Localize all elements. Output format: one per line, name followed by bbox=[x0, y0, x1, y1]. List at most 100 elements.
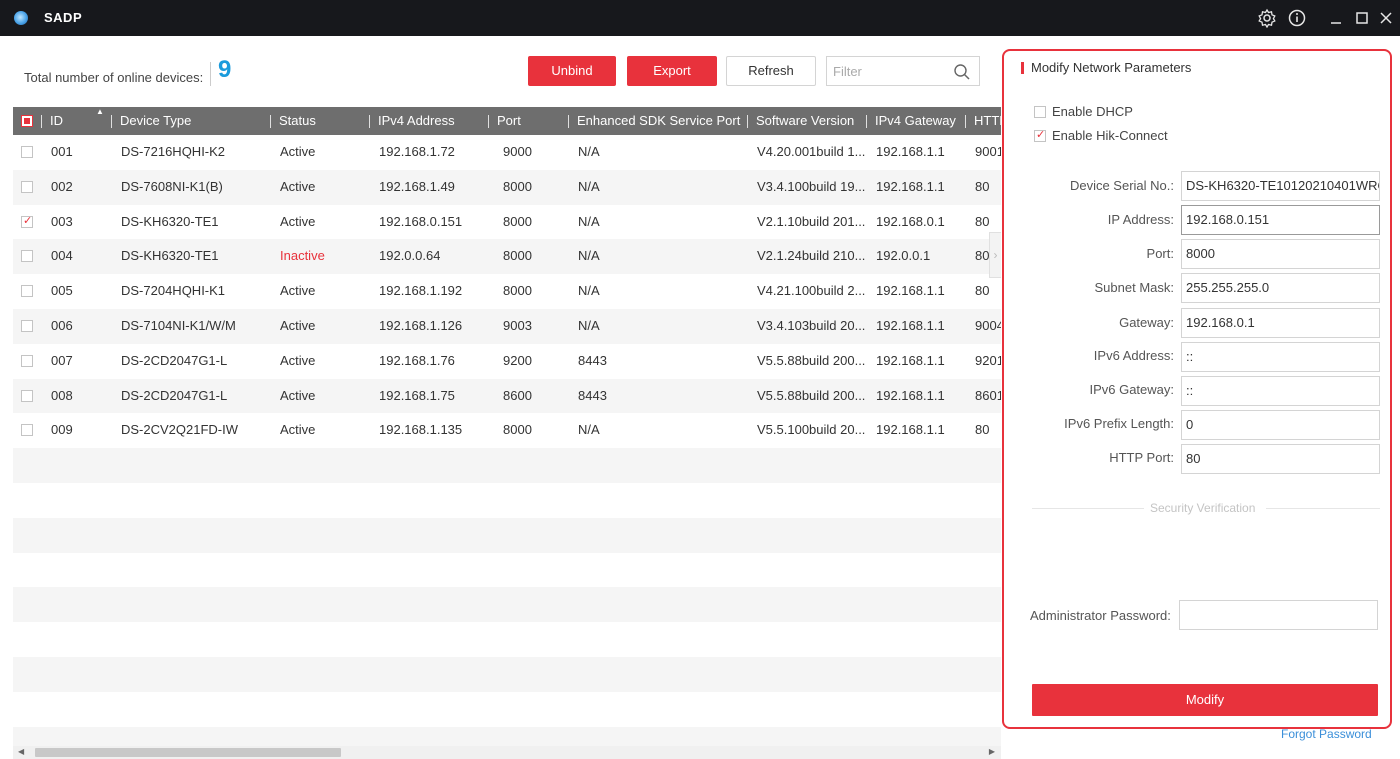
table-row[interactable]: 005 DS-7204HQHI-K1 Active 192.168.1.192 8000… bbox=[13, 274, 1001, 309]
cell-ipv4-address: 192.168.1.72 bbox=[379, 144, 455, 159]
ipv6-gateway-field[interactable]: :: bbox=[1181, 376, 1380, 406]
device-serial-label: Device Serial No.: bbox=[1069, 178, 1174, 193]
table-row[interactable]: 009 DS-2CV2Q21FD-IW Active 192.168.1.135 800… bbox=[13, 413, 1001, 448]
cell-ipv4-gateway: 192.168.1.1 bbox=[876, 422, 945, 438]
column-header-status[interactable]: Status bbox=[279, 107, 316, 135]
column-header-ipv4-address[interactable]: IPv4 Address bbox=[378, 107, 455, 135]
close-icon[interactable] bbox=[1376, 8, 1396, 28]
cell-sdk-port: N/A bbox=[578, 248, 600, 264]
cell-id: 005 bbox=[51, 283, 73, 299]
scroll-left-icon[interactable]: ◀ bbox=[18, 747, 24, 756]
row-checkbox[interactable] bbox=[21, 354, 33, 367]
panel-collapse-handle[interactable]: › bbox=[989, 232, 1001, 278]
cell-status: Active bbox=[280, 213, 316, 229]
cell-ipv4-gateway: 192.168.1.1 bbox=[876, 283, 945, 299]
cell-ipv4-gateway: 192.0.0.1 bbox=[876, 248, 931, 264]
ip-address-field[interactable]: 192.168.0.151 bbox=[1181, 205, 1380, 235]
table-row[interactable]: 004 DS-KH6320-TE1 Inactive 192.0.0.64 8000 N/… bbox=[13, 239, 1001, 275]
column-header-ipv4-gateway[interactable]: IPv4 Gateway bbox=[875, 107, 956, 135]
row-checkbox[interactable] bbox=[21, 146, 33, 158]
cell-ipv4-address: 192.168.1.76 bbox=[379, 352, 455, 368]
ip-address-label: IP Address: bbox=[1107, 212, 1174, 227]
cell-port: 8600 bbox=[503, 387, 532, 403]
modify-button[interactable]: Modify bbox=[1032, 684, 1378, 716]
minimize-icon[interactable] bbox=[1326, 8, 1346, 28]
column-header-port[interactable]: Port bbox=[497, 107, 521, 135]
port-field[interactable]: 8000 bbox=[1181, 239, 1380, 269]
scrollbar-thumb[interactable] bbox=[35, 748, 341, 757]
row-checkbox[interactable] bbox=[21, 424, 33, 437]
table-row[interactable]: 006 DS-7104NI-K1/W/M Active 192.168.1.126 90… bbox=[13, 309, 1001, 344]
cell-software-version: V3.4.100build 19... bbox=[757, 178, 866, 194]
filter-input[interactable] bbox=[833, 61, 943, 81]
security-verification-label: Security Verification bbox=[1150, 501, 1256, 515]
column-header-sdk-port[interactable]: Enhanced SDK Service Port bbox=[577, 107, 740, 135]
cell-http-port: 80 bbox=[975, 213, 990, 229]
search-icon[interactable] bbox=[953, 63, 971, 81]
table-row[interactable]: 001 DS-7216HQHI-K2 Active 192.168.1.72 9000 N… bbox=[13, 135, 1001, 170]
column-header-software-version[interactable]: Software Version bbox=[756, 107, 854, 135]
cell-status: Active bbox=[280, 422, 316, 438]
device-serial-field[interactable]: DS-KH6320-TE10120210401WRQ0 bbox=[1181, 171, 1380, 201]
cell-ipv4-address: 192.168.1.49 bbox=[379, 178, 455, 194]
empty-row bbox=[13, 622, 1001, 657]
unbind-button[interactable]: Unbind bbox=[528, 56, 616, 86]
cell-id: 002 bbox=[51, 178, 73, 194]
cell-software-version: V3.4.103build 20... bbox=[757, 318, 866, 333]
cell-id: 007 bbox=[51, 352, 73, 368]
cell-http-port: 80 bbox=[975, 248, 990, 264]
cell-ipv4-address: 192.168.0.151 bbox=[379, 213, 463, 229]
title-bar: SADP bbox=[0, 0, 1400, 36]
column-header-http[interactable]: HTTP bbox=[974, 107, 1001, 135]
info-icon[interactable] bbox=[1287, 8, 1307, 28]
export-button[interactable]: Export bbox=[627, 56, 717, 86]
http-port-label: HTTP Port: bbox=[1109, 450, 1174, 465]
http-port-field[interactable]: 80 bbox=[1181, 444, 1380, 474]
cell-device-type: DS-7608NI-K1(B) bbox=[121, 178, 223, 194]
cell-device-type: DS-2CD2047G1-L bbox=[121, 387, 228, 403]
table-row[interactable]: 008 DS-2CD2047G1-L Active 192.168.1.75 8600 8… bbox=[13, 378, 1001, 414]
cell-ipv4-address: 192.168.1.75 bbox=[379, 387, 455, 403]
cell-sdk-port: N/A bbox=[578, 144, 600, 159]
divider bbox=[1266, 508, 1380, 509]
enable-dhcp-label: Enable DHCP bbox=[1052, 104, 1133, 119]
row-checkbox[interactable] bbox=[21, 250, 33, 263]
cell-software-version: V2.1.24build 210... bbox=[757, 248, 866, 264]
scroll-right-icon[interactable]: ▶ bbox=[989, 747, 995, 756]
ipv6-prefix-length-field[interactable]: 0 bbox=[1181, 410, 1380, 440]
cell-ipv4-gateway: 192.168.1.1 bbox=[876, 387, 945, 403]
horizontal-scrollbar[interactable]: ◀ ▶ bbox=[13, 746, 1001, 759]
forgot-password-link[interactable]: Forgot Password bbox=[1281, 727, 1372, 741]
row-checkbox[interactable] bbox=[21, 389, 33, 402]
gear-icon[interactable] bbox=[1257, 8, 1277, 28]
row-checkbox[interactable] bbox=[21, 320, 33, 332]
row-checkbox[interactable] bbox=[21, 180, 33, 193]
cell-port: 8000 bbox=[503, 213, 532, 229]
table-row[interactable]: 003 DS-KH6320-TE1 Active 192.168.0.151 8000 N… bbox=[13, 205, 1001, 240]
row-checkbox[interactable] bbox=[21, 214, 33, 228]
cell-ipv4-address: 192.0.0.64 bbox=[379, 248, 441, 264]
cell-software-version: V5.5.100build 20... bbox=[757, 422, 866, 438]
subnet-mask-field[interactable]: 255.255.255.0 bbox=[1181, 273, 1380, 303]
device-count-value: 9 bbox=[218, 56, 232, 83]
cell-ipv4-gateway: 192.168.1.1 bbox=[876, 318, 945, 333]
select-all-checkbox[interactable] bbox=[21, 115, 33, 127]
gateway-field[interactable]: 192.168.0.1 bbox=[1181, 308, 1380, 338]
ipv6-address-field[interactable]: :: bbox=[1181, 342, 1380, 372]
cell-http-port: 80 bbox=[975, 283, 990, 299]
cell-software-version: V4.21.100build 2... bbox=[757, 283, 866, 299]
column-header-device-type[interactable]: Device Type bbox=[120, 107, 191, 135]
cell-http-port: 8601 bbox=[975, 387, 1001, 403]
maximize-icon[interactable] bbox=[1352, 8, 1372, 28]
enable-hik-connect-checkbox[interactable] bbox=[1034, 128, 1046, 142]
table-row[interactable]: 002 DS-7608NI-K1(B) Active 192.168.1.49 8000… bbox=[13, 169, 1001, 205]
row-checkbox[interactable] bbox=[21, 285, 33, 298]
table-row[interactable]: 007 DS-2CD2047G1-L Active 192.168.1.76 9200 8… bbox=[13, 344, 1001, 379]
cell-sdk-port: 8443 bbox=[578, 352, 607, 368]
enable-dhcp-checkbox[interactable] bbox=[1034, 106, 1046, 118]
column-header-id[interactable]: ID bbox=[50, 107, 63, 135]
refresh-button[interactable]: Refresh bbox=[726, 56, 816, 86]
cell-port: 8000 bbox=[503, 178, 532, 194]
cell-port: 8000 bbox=[503, 422, 532, 438]
admin-password-field[interactable] bbox=[1179, 600, 1378, 630]
